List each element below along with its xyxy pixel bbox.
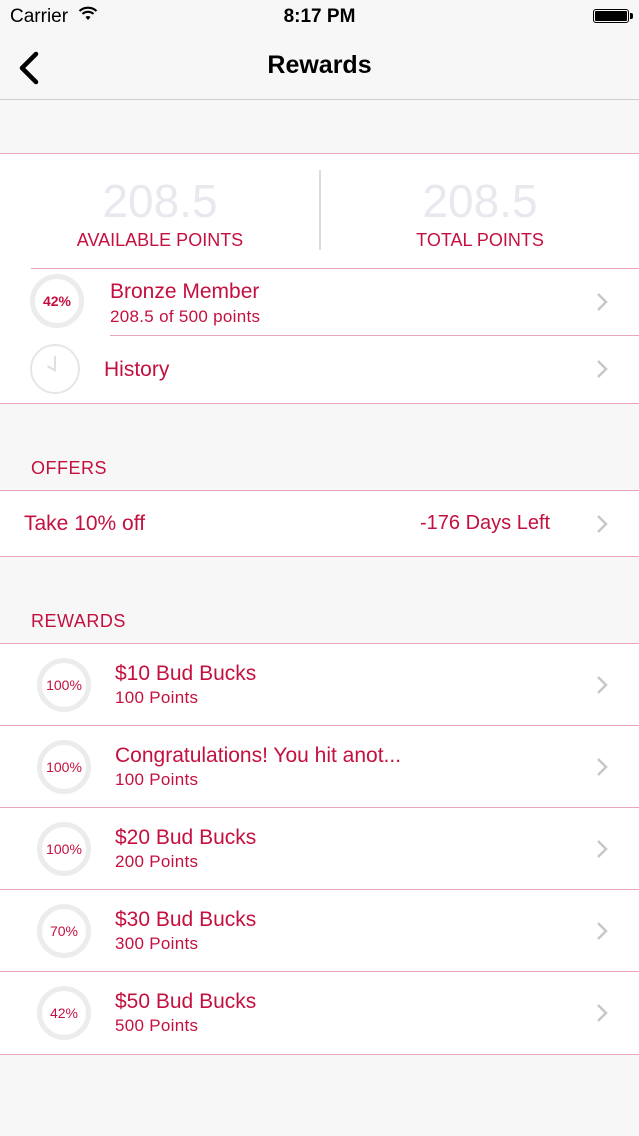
available-points-label: AVAILABLE POINTS [76,230,244,250]
reward-row[interactable]: 100% $20 Bud Bucks 200 Points [0,808,639,890]
rewards-header: REWARDS [31,611,126,631]
chevron-right-icon [597,676,608,694]
reward-points: 300 Points [115,934,199,953]
divider [0,1054,639,1055]
reward-progress-ring: 100% [37,740,91,794]
reward-title: $10 Bud Bucks [115,662,257,685]
reward-progress-label: 100% [46,841,82,857]
reward-progress-label: 42% [49,1005,79,1021]
chevron-right-icon [597,840,608,858]
reward-points: 100 Points [115,770,199,789]
offer-days-left: -176 Days Left [420,512,551,534]
divider [0,556,639,557]
divider [0,403,639,404]
reward-progress-label: 70% [49,923,79,939]
reward-row[interactable]: 70% $30 Bud Bucks 300 Points [0,890,639,972]
reward-title: $30 Bud Bucks [115,908,257,931]
membership-title: Bronze Member [110,280,260,303]
status-bar: Carrier 8:17 PM [0,0,639,36]
reward-progress-label: 100% [46,759,82,775]
offer-title: Take 10% off [24,512,146,535]
reward-row[interactable]: 100% Congratulations! You hit anot... 10… [0,726,639,808]
reward-progress-ring: 70% [37,904,91,958]
reward-title: $50 Bud Bucks [115,990,257,1013]
reward-progress-ring: 42% [37,986,91,1040]
clock-icon [30,344,80,394]
reward-row[interactable]: 100% $10 Bud Bucks 100 Points [0,644,639,726]
chevron-right-icon [597,515,608,533]
reward-progress-ring: 100% [37,822,91,876]
membership-progress-label: 42% [42,293,72,309]
reward-points: 200 Points [115,852,199,871]
history-label: History [104,358,170,381]
battery-icon [593,9,633,23]
reward-row[interactable]: 42% $50 Bud Bucks 500 Points [0,972,639,1054]
reward-points: 100 Points [115,688,199,707]
rewards-list: 100% $10 Bud Bucks 100 Points 100% Congr… [0,644,639,1054]
total-points-value: 208.5 [422,175,538,227]
total-points-label: TOTAL POINTS [416,230,544,250]
page-title: Rewards [267,51,372,79]
reward-progress-label: 100% [46,677,82,693]
reward-title: $20 Bud Bucks [115,826,257,849]
chevron-right-icon [597,293,608,311]
chevron-right-icon [597,360,608,378]
membership-subtitle: 208.5 of 500 points [110,307,261,326]
reward-points: 500 Points [115,1016,199,1035]
reward-progress-ring: 100% [37,658,91,712]
chevron-right-icon [597,758,608,776]
nav-bar: Rewards [0,36,639,100]
points-divider [319,170,321,250]
offers-header: OFFERS [31,458,108,478]
chevron-right-icon [597,922,608,940]
history-row[interactable]: History [0,336,639,403]
chevron-right-icon [597,1004,608,1022]
offer-row[interactable]: Take 10% off -176 Days Left [0,491,639,556]
membership-row[interactable]: 42% Bronze Member 208.5 of 500 points [0,269,639,336]
reward-title: Congratulations! You hit anot... [115,744,402,767]
available-points-value: 208.5 [102,175,218,227]
status-time: 8:17 PM [283,6,356,27]
membership-progress-ring: 42% [30,274,84,328]
